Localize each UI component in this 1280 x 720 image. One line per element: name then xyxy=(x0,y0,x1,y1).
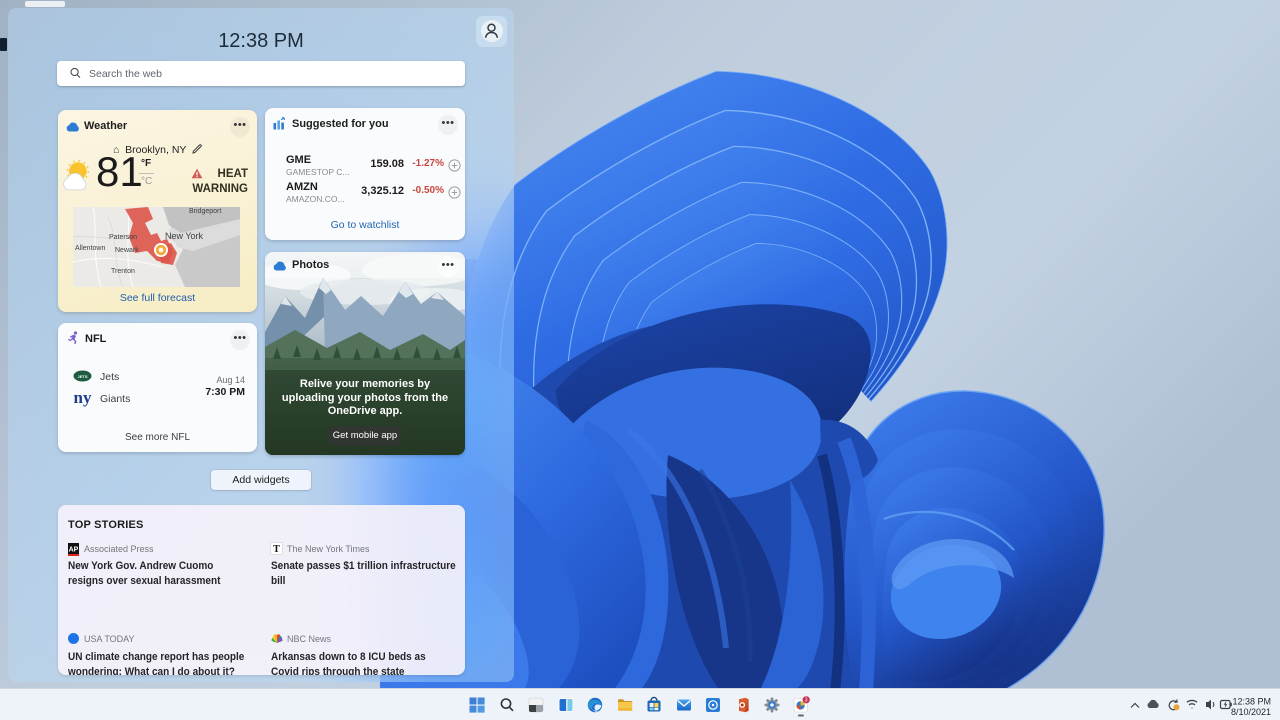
svg-text:Paterson: Paterson xyxy=(109,234,137,241)
svg-text:8/10/2021: 8/10/2021 xyxy=(1231,707,1271,717)
svg-text:Newark: Newark xyxy=(115,247,139,254)
svg-text:Allentown: Allentown xyxy=(75,245,105,252)
svg-text:JETS: JETS xyxy=(77,374,87,379)
svg-text:ny: ny xyxy=(74,388,92,407)
svg-text:12:38 PM: 12:38 PM xyxy=(1232,697,1271,707)
svg-text:Trenton: Trenton xyxy=(111,268,135,275)
svg-text:AP: AP xyxy=(69,547,79,554)
svg-text:New York: New York xyxy=(165,231,204,241)
svg-text:3: 3 xyxy=(805,698,808,704)
svg-text:T: T xyxy=(273,544,280,554)
svg-text:Bridgeport: Bridgeport xyxy=(189,208,221,215)
